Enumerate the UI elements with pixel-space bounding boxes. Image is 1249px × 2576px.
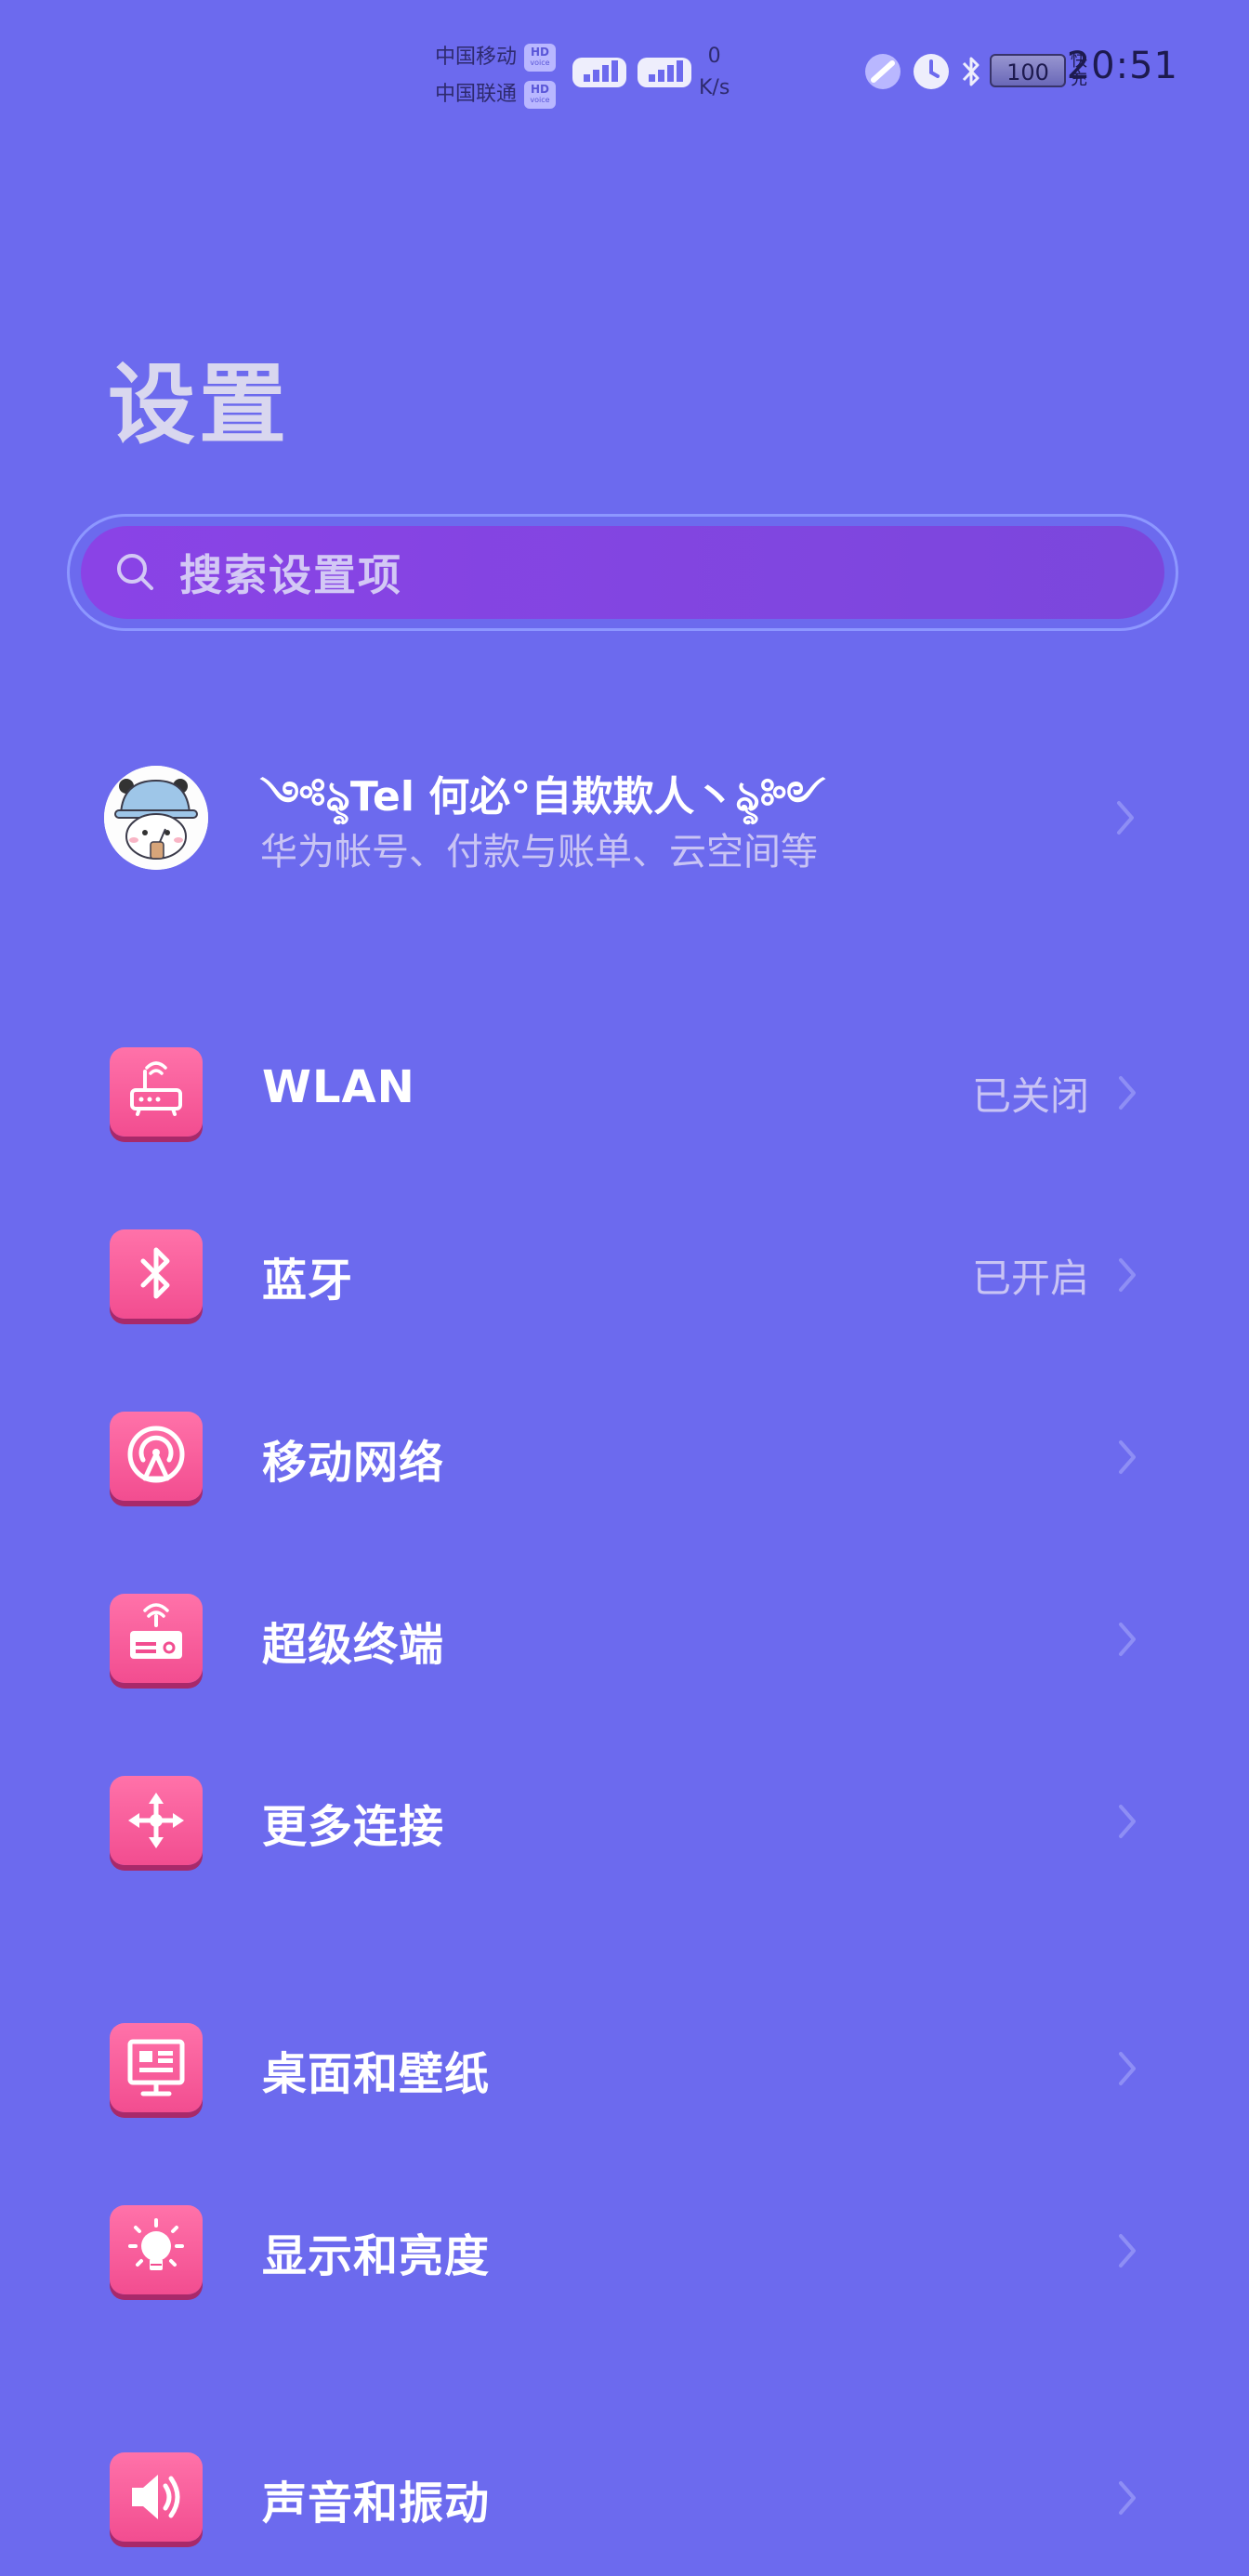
chevron-right-icon [1119,1258,1136,1292]
carrier-2-label: 中国联通 [435,83,518,106]
settings-item-wlan[interactable]: WLAN 已关闭 [0,1022,1249,1162]
hd-sub-label-2: voice [530,96,550,104]
mobile-network-label: 移动网络 [262,1437,445,1489]
clock-time: 20:51 [1066,45,1178,87]
hd-label-2: HD [531,83,550,96]
network-speed-value: 0 [707,45,721,68]
chevron-right-icon [1119,2234,1136,2267]
alarm-clock-icon [914,54,949,89]
router-icon [110,1047,203,1137]
chevron-right-icon [1119,2481,1136,2515]
hd-voice-badge: HD voice [524,44,557,72]
wlan-label: WLAN [262,1061,415,1113]
wlan-status: 已关闭 [971,1073,1089,1119]
chevron-right-icon [1119,1805,1136,1838]
search-placeholder: 搜索设置项 [179,550,402,600]
avatar-image [104,766,208,870]
bluetooth-status-icon [962,57,979,86]
signal-strength-icon [572,58,626,87]
antenna-icon [110,1412,203,1501]
settings-item-more-connections[interactable]: 更多连接 [0,1751,1249,1890]
network-speed-unit: K/s [699,76,730,99]
hd-voice-badge-2: HD voice [524,81,557,109]
speaker-icon [110,2452,203,2542]
bluetooth-status: 已开启 [971,1255,1089,1301]
chevron-right-icon [1119,1440,1136,1474]
battery-indicator: 100 [990,54,1066,87]
page-title: 设置 [108,355,291,456]
settings-item-sound-vibration[interactable]: 声音和振动 [0,2427,1249,2567]
settings-item-desktop-wallpaper[interactable]: 桌面和壁纸 [0,1998,1249,2137]
avatar[interactable] [104,766,208,870]
chevron-right-icon [1119,2052,1136,2085]
bluetooth-label: 蓝牙 [262,1255,354,1307]
display-brightness-label: 显示和亮度 [262,2230,491,2282]
bluetooth-icon [110,1229,203,1319]
chevron-right-icon [1119,1623,1136,1656]
signal-strength-icon-2 [638,58,691,87]
settings-item-display-brightness[interactable]: 显示和亮度 [0,2180,1249,2320]
account-card[interactable]: ༺ৡTel 何必°自欺欺人丶ৡ༻ 华为帐号、付款与账单、云空间等 [67,734,1182,901]
settings-item-super-device[interactable]: 超级终端 [0,1569,1249,1708]
search-bar[interactable]: 搜索设置项 [67,514,1178,631]
hd-sub-label: voice [530,59,550,67]
network-speed: 0 K/s [699,41,730,104]
search-input[interactable]: 搜索设置项 [81,526,1164,619]
hd-label: HD [531,46,550,59]
super-device-label: 超级终端 [262,1619,445,1671]
sound-vibration-label: 声音和振动 [262,2477,491,2530]
bulb-icon [110,2205,203,2294]
more-connections-label: 更多连接 [262,1801,445,1853]
desktop-icon [110,2023,203,2112]
account-subtitle: 华为帐号、付款与账单、云空间等 [260,831,818,874]
carrier-info: 中国移动 HD voice 中国联通 HD voice [435,39,557,113]
settings-item-mobile-network[interactable]: 移动网络 [0,1387,1249,1526]
chevron-right-icon [1119,1076,1136,1110]
chevron-right-icon [1117,801,1134,835]
settings-item-bluetooth[interactable]: 蓝牙 已开启 [0,1204,1249,1344]
move-arrows-icon [110,1776,203,1865]
search-icon [117,554,153,590]
status-bar: 中国移动 HD voice 中国联通 HD voice 0 K/s 100 快充 2… [0,0,1249,139]
desktop-wallpaper-label: 桌面和壁纸 [262,2048,491,2100]
carrier-1-label: 中国移动 [435,46,518,69]
link-icon [865,54,901,89]
super-device-icon [110,1594,203,1683]
